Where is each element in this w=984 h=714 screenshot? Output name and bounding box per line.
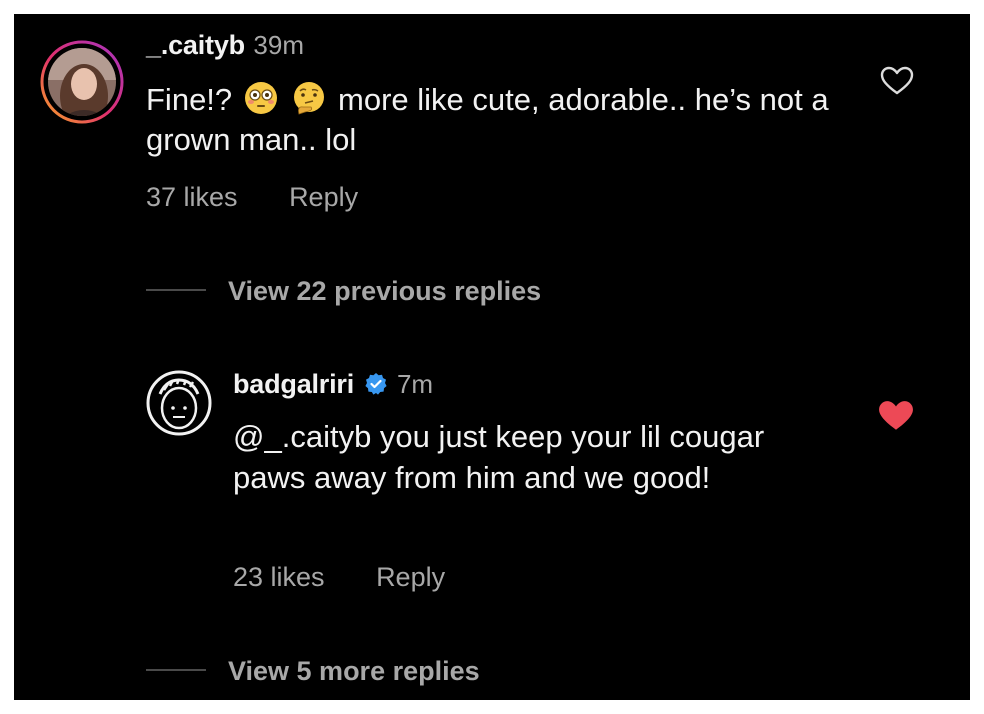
heart-filled-icon[interactable] xyxy=(878,400,914,432)
view-more-replies-button[interactable]: View 5 more replies xyxy=(146,656,480,687)
comment-text: Fine!? more like cute, adorable.. he’s n… xyxy=(146,80,846,160)
divider-line xyxy=(146,669,206,671)
view-previous-replies-label: View 22 previous replies xyxy=(228,276,542,306)
avatar-caityb[interactable] xyxy=(40,40,124,124)
comment-text-start: Fine!? xyxy=(146,82,233,117)
view-more-replies-label: View 5 more replies xyxy=(228,656,480,686)
reply-button[interactable]: Reply xyxy=(376,562,445,592)
reply-button[interactable]: Reply xyxy=(289,182,358,212)
avatar-badgalriri[interactable] xyxy=(146,370,212,436)
comments-panel: _.caityb 39m Fine!? more like cute, ador… xyxy=(14,14,970,700)
verified-badge-icon xyxy=(365,373,388,395)
username[interactable]: _.caityb xyxy=(146,30,245,60)
reply-text: @_.caityb you just keep your lil cougar … xyxy=(233,419,765,495)
divider-line xyxy=(146,289,206,291)
reply-header: badgalriri 7m xyxy=(233,369,433,400)
like-count[interactable]: 23 likes xyxy=(233,562,325,592)
timestamp: 39m xyxy=(253,30,304,60)
view-previous-replies-button[interactable]: View 22 previous replies xyxy=(146,276,541,307)
thinking-face-emoji-icon xyxy=(294,82,325,115)
reply-meta: 23 likes Reply xyxy=(233,562,445,593)
heart-outline-icon[interactable] xyxy=(880,66,914,96)
timestamp: 7m xyxy=(396,369,434,399)
flushed-face-emoji-icon xyxy=(244,82,277,114)
comment-meta: 37 likes Reply xyxy=(146,182,358,213)
comment-header: _.caityb 39m xyxy=(146,30,304,61)
like-count[interactable]: 37 likes xyxy=(146,182,238,212)
username[interactable]: badgalriri xyxy=(233,369,354,399)
